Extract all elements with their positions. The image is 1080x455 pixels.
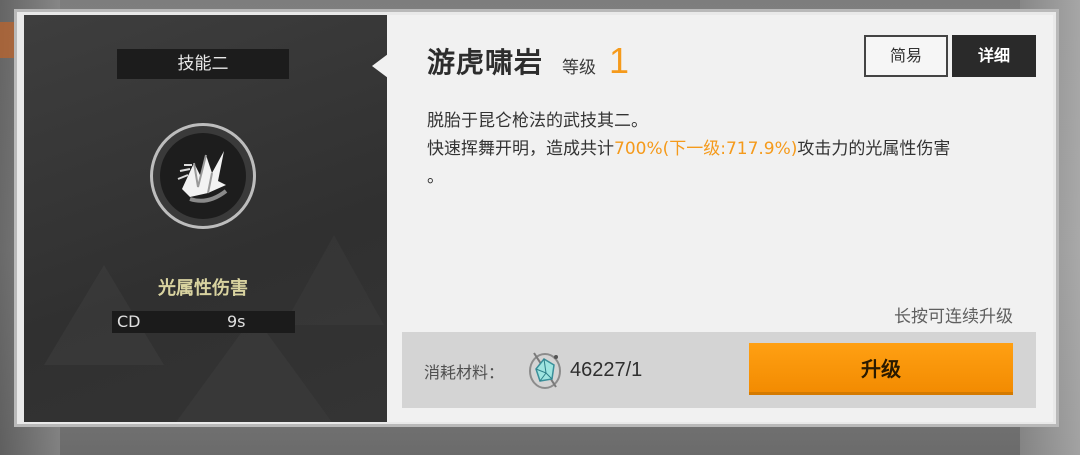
cooldown-bar: CD 9s (112, 311, 295, 333)
tab-detail[interactable]: 详细 (952, 35, 1036, 77)
skill-detail-panel: 游虎啸岩 等级 1 简易 详细 脱胎于昆仑枪法的武技其二。 快速挥舞开明，造成共… (387, 15, 1053, 422)
skill-icon-frame (150, 123, 256, 229)
upgrade-button[interactable]: 升级 (749, 343, 1013, 395)
level-value: 1 (609, 40, 630, 81)
description-text: 攻击力的光属性伤害 (797, 139, 951, 159)
cooldown-label: CD (117, 312, 141, 331)
description-line-3: 。 (427, 167, 444, 187)
description-text: 快速挥舞开明，造成共计 (427, 139, 614, 159)
hold-to-upgrade-hint: 长按可连续升级 (894, 307, 1013, 327)
crystal-material-icon[interactable] (526, 347, 564, 391)
skill-summary-panel: 技能二 光属性伤害 CD 9s (24, 15, 387, 422)
level-label: 等级 (562, 58, 596, 78)
upgrade-cost-bar: 消耗材料： 46227/1 升级 (402, 332, 1036, 408)
material-count: 46227/1 (570, 359, 643, 381)
skill-description: 脱胎于昆仑枪法的武技其二。 快速挥舞开明，造成共计700%(下一级:717.9%… (427, 107, 1027, 191)
cost-label: 消耗材料： (424, 363, 505, 382)
skill-name: 游虎啸岩 (427, 46, 544, 79)
skill-slot-label: 技能二 (117, 49, 289, 79)
damage-multiplier: 700%(下一级:717.9%) (614, 139, 798, 159)
cooldown-value: 9s (227, 312, 246, 331)
description-line-2: 快速挥舞开明，造成共计700%(下一级:717.9%)攻击力的光属性伤害 (427, 135, 1027, 163)
description-line-1: 脱胎于昆仑枪法的武技其二。 (427, 111, 648, 131)
crystal-burst-icon (160, 133, 246, 219)
damage-type-label: 光属性伤害 (158, 278, 248, 299)
tab-simple[interactable]: 简易 (864, 35, 948, 77)
panel-pointer-arrow (372, 54, 388, 78)
